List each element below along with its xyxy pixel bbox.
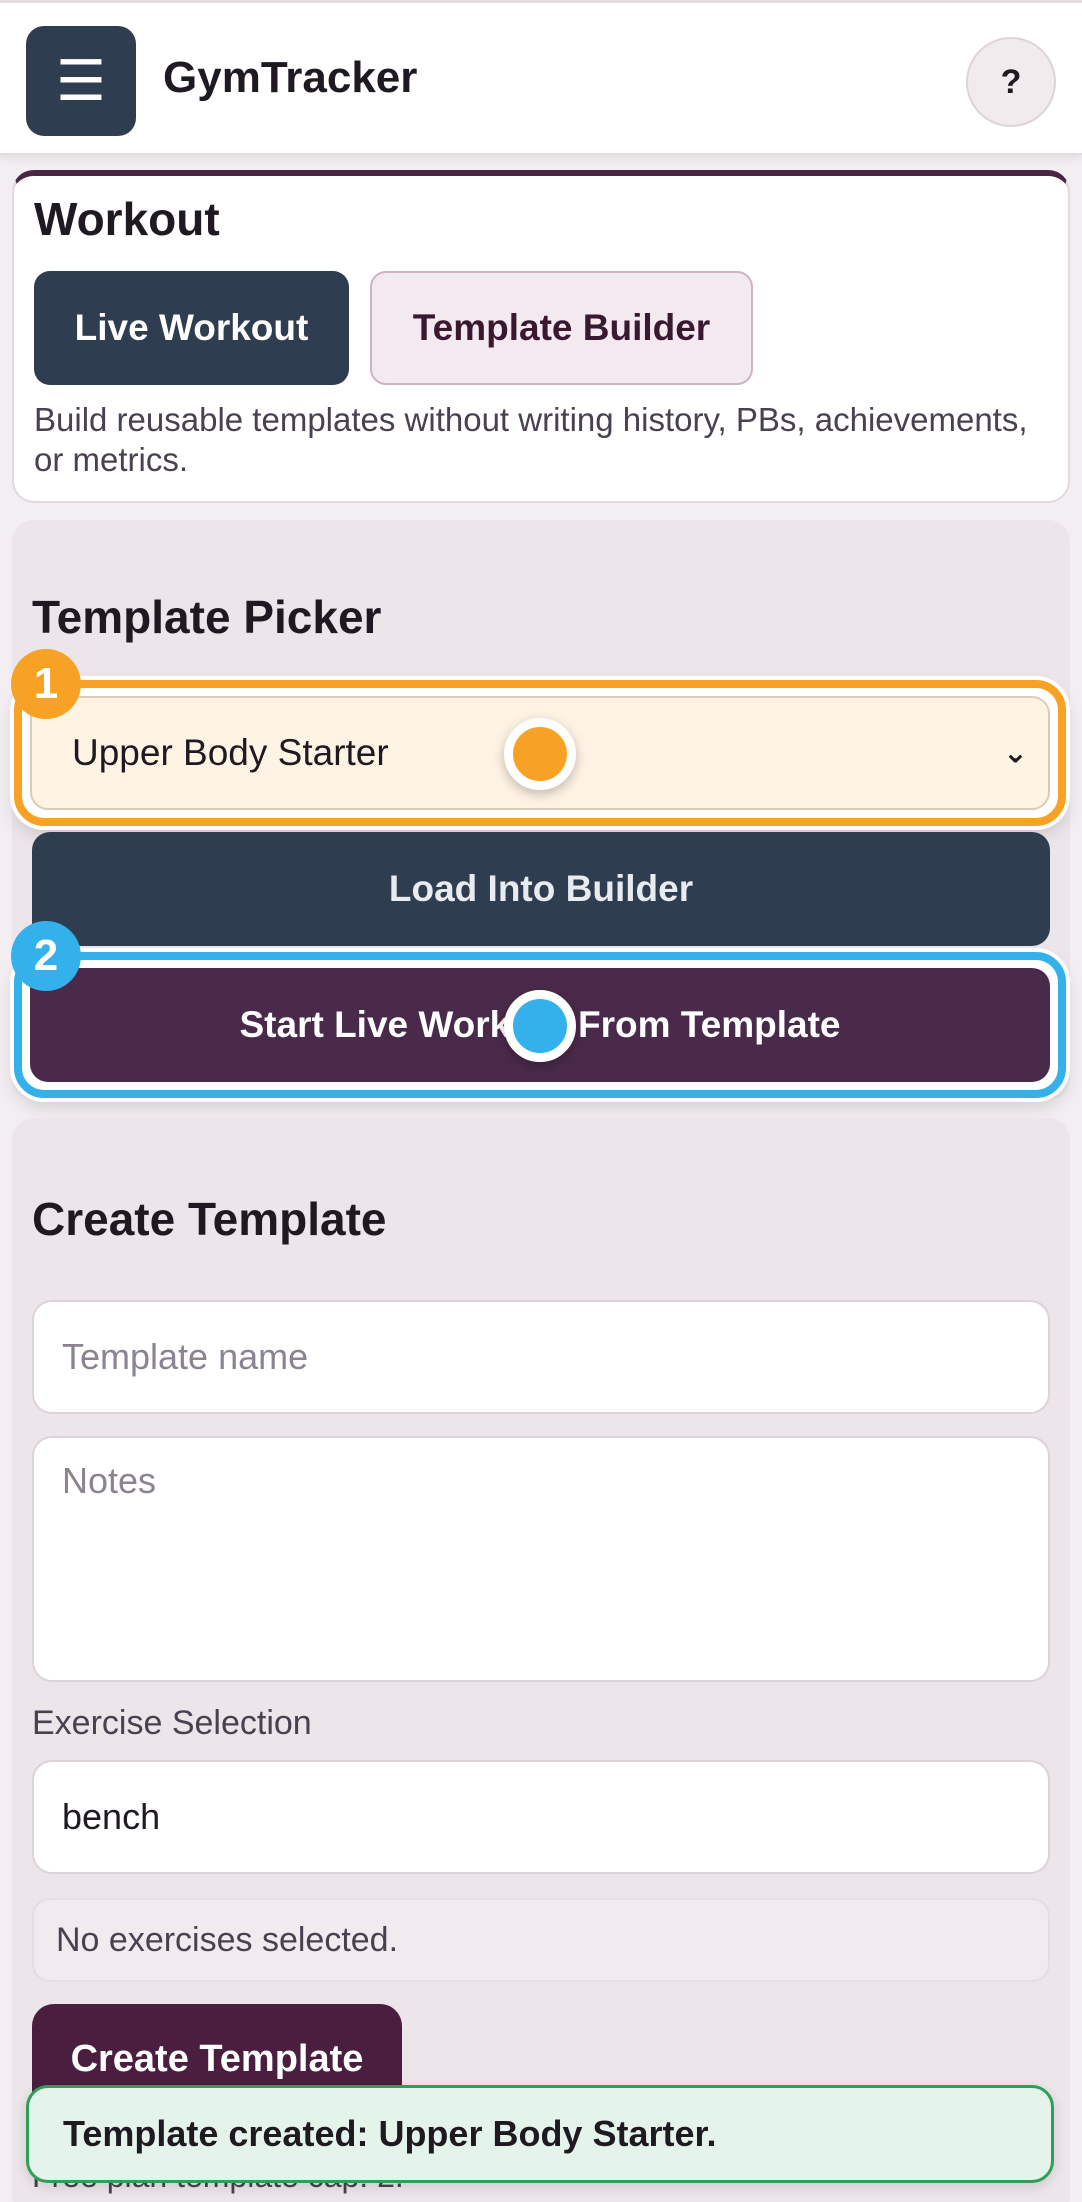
workout-title: Workout <box>34 193 220 245</box>
menu-button[interactable]: ☰ <box>26 26 136 136</box>
exercise-selection-label: Exercise Selection <box>32 1704 312 1742</box>
hamburger-menu-icon: ☰ <box>55 49 107 112</box>
step-1-badge: 1 <box>11 649 81 719</box>
success-toast: Template created: Upper Body Starter. <box>26 2085 1054 2183</box>
create-template-title: Create Template <box>32 1193 387 1245</box>
step-2-badge: 2 <box>11 921 81 991</box>
help-button[interactable]: ? <box>966 37 1056 127</box>
template-builder-tab[interactable]: Template Builder <box>370 271 753 385</box>
top-app-bar: ☰ GymTracker ? <box>0 0 1082 155</box>
tap-indicator-1 <box>504 718 576 790</box>
notes-textarea[interactable]: Notes <box>32 1436 1050 1682</box>
selected-exercises-empty: No exercises selected. <box>32 1898 1050 1982</box>
chevron-down-icon: ⌄ <box>1002 736 1028 770</box>
live-workout-tab[interactable]: Live Workout <box>34 271 349 385</box>
tap-indicator-2 <box>504 990 576 1062</box>
template-name-input[interactable]: Template name <box>32 1300 1050 1414</box>
exercise-search-input[interactable]: bench <box>32 1760 1050 1874</box>
load-into-builder-button[interactable]: Load Into Builder <box>32 832 1050 946</box>
template-select-value: Upper Body Starter <box>72 732 389 773</box>
template-picker-title: Template Picker <box>32 591 382 643</box>
app-title: GymTracker <box>163 53 418 102</box>
workout-mode-description: Build reusable templates without writing… <box>34 401 1028 478</box>
